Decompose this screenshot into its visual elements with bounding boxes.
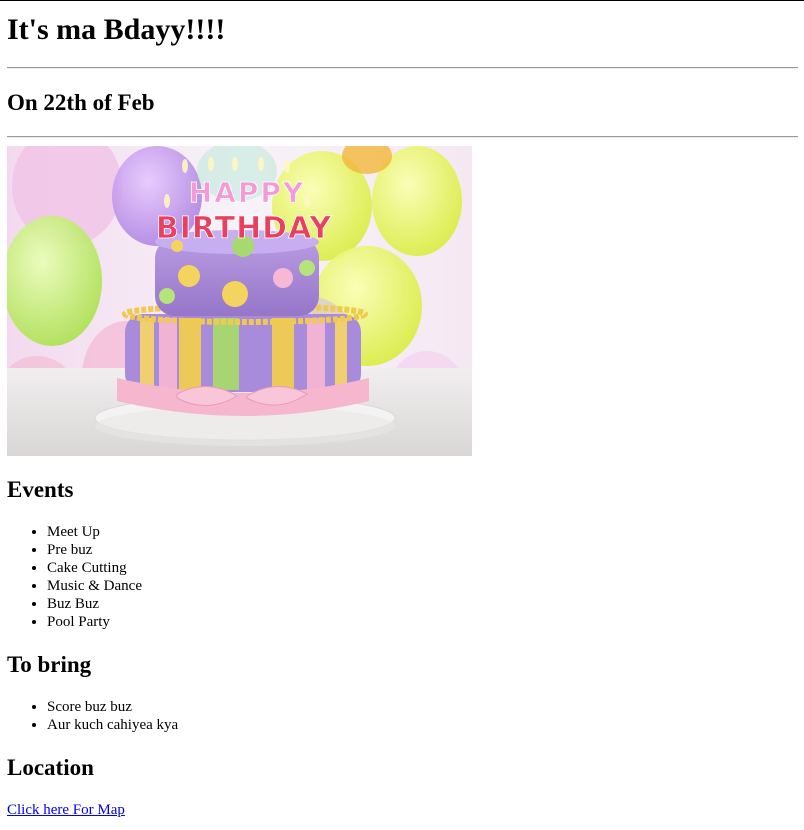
list-item: Pool Party (47, 613, 142, 631)
svg-text:BIRTHDAY: BIRTHDAY (156, 211, 333, 246)
list-item: Meet Up (47, 523, 142, 541)
to-bring-heading: To bring (7, 652, 92, 677)
list-item: Buz Buz (47, 595, 142, 613)
divider (7, 67, 798, 69)
to-bring-list: Score buz buz Aur kuch cahiyea kya (7, 698, 178, 734)
list-item: Pre buz (47, 541, 142, 559)
events-list: Meet Up Pre buz Cake Cutting Music & Dan… (7, 523, 142, 631)
location-heading: Location (7, 755, 94, 780)
date-heading: On 22th of Feb (7, 90, 155, 115)
map-link[interactable]: Click here For Map (7, 801, 125, 819)
birthday-cake-image: HAPPY BIRTHDAY (7, 146, 472, 456)
list-item: Aur kuch cahiyea kya (47, 716, 178, 734)
list-item: Score buz buz (47, 698, 178, 716)
list-item: Music & Dance (47, 577, 142, 595)
svg-text:HAPPY: HAPPY (189, 176, 305, 209)
list-item: Cake Cutting (47, 559, 142, 577)
divider (7, 136, 798, 138)
page-title: It's ma Bdayy!!!! (7, 13, 226, 46)
events-heading: Events (7, 477, 74, 502)
